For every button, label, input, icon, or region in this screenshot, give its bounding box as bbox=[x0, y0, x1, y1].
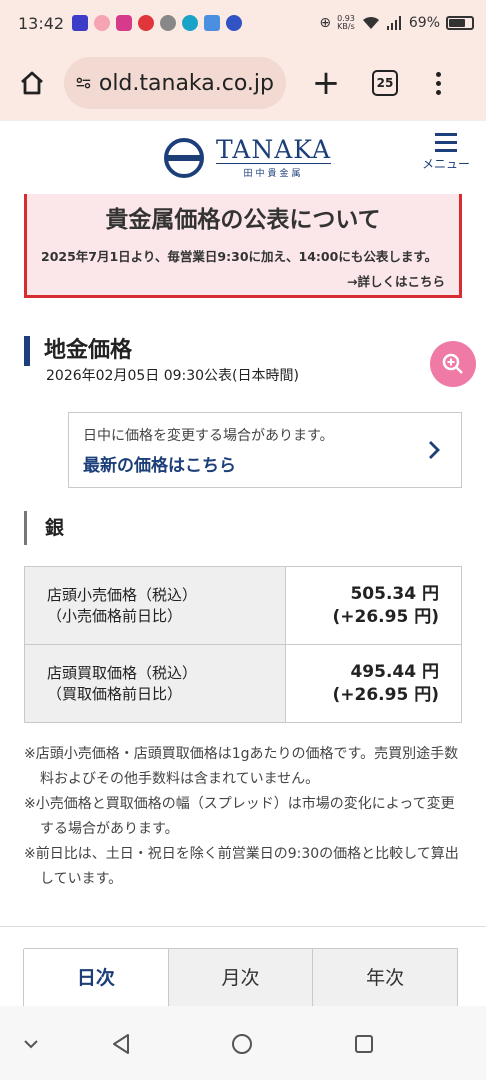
browser-menu-icon[interactable] bbox=[432, 71, 444, 95]
address-bar[interactable]: old.tanaka.co.jp bbox=[64, 57, 286, 109]
battery-icon bbox=[446, 16, 474, 30]
hamburger-icon bbox=[435, 133, 457, 152]
new-tab-button[interactable]: + bbox=[308, 66, 344, 100]
home-nav-icon[interactable] bbox=[231, 1033, 253, 1055]
notice-banner: 貴金属価格の公表について 2025年7月1日より、毎営業日9:30に加え、14:… bbox=[24, 194, 462, 298]
app-icon bbox=[94, 15, 111, 31]
system-nav-bar bbox=[0, 1006, 486, 1080]
net-speed: 0.93 KB/s bbox=[337, 15, 355, 31]
status-time: 13:42 bbox=[18, 13, 65, 33]
app-icon bbox=[226, 15, 243, 31]
logo-text: TANAKA 田中貴金属 bbox=[216, 135, 332, 179]
buy-price: 495.44 円 bbox=[350, 661, 439, 682]
net-speed-unit: KB/s bbox=[337, 22, 355, 31]
app-icon bbox=[138, 15, 155, 31]
divider bbox=[0, 926, 486, 927]
publish-date: 2026年02月05日 09:30公表(日本時間) bbox=[46, 368, 299, 384]
signal-icon bbox=[386, 16, 401, 30]
zoom-button[interactable] bbox=[430, 341, 476, 387]
retail-price-change: (+26.95 円) bbox=[332, 606, 439, 627]
price-table: 店頭小売価格（税込） （小売価格前日比） 505.34 円 (+26.95 円)… bbox=[24, 566, 462, 723]
logo-text-en: TANAKA bbox=[216, 135, 332, 164]
url-text: old.tanaka.co.jp bbox=[98, 70, 274, 96]
period-tabs: 日次 月次 年次 bbox=[23, 948, 459, 1006]
tab-daily[interactable]: 日次 bbox=[23, 949, 169, 1006]
home-icon[interactable] bbox=[14, 65, 50, 101]
retail-price-label: 店頭小売価格（税込） （小売価格前日比） bbox=[24, 566, 286, 645]
metal-heading: 銀 bbox=[24, 511, 64, 545]
latest-price-box[interactable]: 日中に価格を変更する場合があります。 最新の価格はこちら bbox=[68, 412, 462, 488]
retail-label-line-1: 店頭小売価格（税込） bbox=[47, 585, 198, 604]
edge-icon bbox=[182, 15, 199, 31]
tab-switcher-button[interactable]: 25 bbox=[372, 70, 398, 96]
site-header: TANAKA 田中貴金属 メニュー bbox=[0, 120, 486, 194]
page-title: 地金価格 bbox=[24, 336, 132, 366]
battery-percent: 69% bbox=[408, 15, 440, 31]
note-item: ※店頭小売価格・店頭買取価格は1gあたりの価格です。売買別途手数料およびその他手… bbox=[24, 746, 459, 787]
notice-more-link[interactable]: →詳しくはこちら bbox=[41, 271, 445, 290]
yahoo-app-icon bbox=[72, 15, 89, 31]
note-item: ※小売価格と買取価格の幅（スプレッド）は市場の変化によって変更する場合があります… bbox=[24, 796, 455, 837]
site-settings-icon[interactable] bbox=[76, 74, 91, 92]
app-icon bbox=[160, 15, 177, 31]
wifi-icon bbox=[362, 16, 379, 29]
buy-price-label: 店頭買取価格（税込） （買取価格前日比） bbox=[24, 644, 286, 723]
instagram-icon bbox=[116, 15, 133, 31]
status-indicators: ⊕ 0.93 KB/s 69% bbox=[319, 15, 474, 31]
menu-label: メニュー bbox=[421, 157, 470, 171]
status-bar: 13:42 ⊕ 0.93 KB/s 69% bbox=[0, 0, 486, 46]
logo-text-jp: 田中貴金属 bbox=[243, 169, 304, 179]
price-notes: ※店頭小売価格・店頭買取価格は1gあたりの価格です。売買別途手数料およびその他手… bbox=[24, 742, 464, 892]
retail-price: 505.34 円 bbox=[350, 583, 439, 604]
tab-monthly[interactable]: 月次 bbox=[167, 949, 314, 1006]
notice-body: 2025年7月1日より、毎営業日9:30に加え、14:00にも公表します。 bbox=[41, 249, 438, 264]
zoom-in-icon bbox=[442, 353, 463, 374]
recents-icon[interactable] bbox=[354, 1034, 374, 1054]
latest-price-hint: 日中に価格を変更する場合があります。 bbox=[83, 428, 334, 444]
chevron-right-icon bbox=[429, 441, 440, 459]
table-row: 店頭小売価格（税込） （小売価格前日比） 505.34 円 (+26.95 円) bbox=[24, 566, 462, 645]
latest-price-link[interactable]: 最新の価格はこちら bbox=[83, 451, 447, 476]
retail-price-value: 505.34 円 (+26.95 円) bbox=[285, 566, 462, 645]
back-icon[interactable] bbox=[110, 1032, 132, 1056]
logo-mark-icon bbox=[164, 138, 204, 178]
buy-label-line-1: 店頭買取価格（税込） bbox=[47, 663, 198, 682]
browser-toolbar: old.tanaka.co.jp + 25 bbox=[0, 46, 486, 120]
data-saver-icon: ⊕ bbox=[319, 15, 332, 31]
retail-label-line-2: （小売価格前日比） bbox=[47, 606, 183, 625]
buy-price-change: (+26.95 円) bbox=[332, 684, 439, 705]
app-icon bbox=[204, 15, 221, 31]
chevron-down-icon[interactable] bbox=[22, 1038, 40, 1050]
notice-title: 貴金属価格の公表について bbox=[105, 207, 381, 233]
note-item: ※前日比は、土日・祝日を除く前営業日の9:30の価格と比較して算出しています。 bbox=[24, 846, 459, 887]
buy-price-value: 495.44 円 (+26.95 円) bbox=[285, 644, 462, 723]
tab-yearly[interactable]: 年次 bbox=[312, 949, 459, 1006]
menu-button[interactable]: メニュー bbox=[416, 133, 476, 172]
buy-label-line-2: （買取価格前日比） bbox=[47, 684, 183, 703]
tanaka-logo[interactable]: TANAKA 田中貴金属 bbox=[164, 135, 332, 179]
table-row: 店頭買取価格（税込） （買取価格前日比） 495.44 円 (+26.95 円) bbox=[24, 644, 462, 723]
notification-icons bbox=[72, 15, 243, 31]
